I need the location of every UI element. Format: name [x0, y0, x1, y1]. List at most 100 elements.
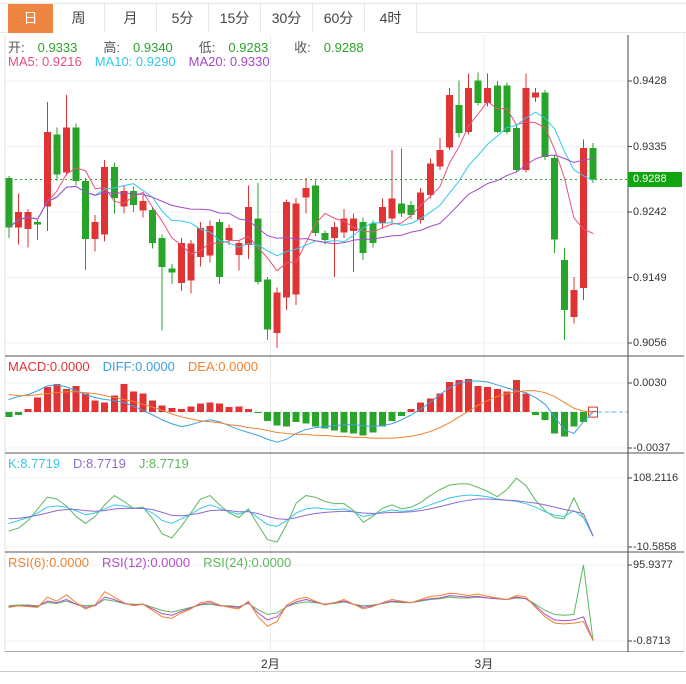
- candle: [436, 150, 444, 167]
- candle: [187, 243, 195, 281]
- tab-5min[interactable]: 5分: [157, 4, 209, 33]
- candle: [53, 134, 61, 175]
- candle: [235, 243, 243, 255]
- timeframe-tabs: 日周月 5分 15分 30分 60分 4时: [8, 4, 417, 33]
- candle: [474, 80, 482, 103]
- tab-4hour[interactable]: 4时: [365, 4, 417, 33]
- candle: [331, 226, 339, 239]
- macd-bar: [15, 412, 23, 416]
- macd-bar: [541, 412, 549, 420]
- main-ytick: 0.9056: [633, 337, 667, 350]
- grid-lines: [5, 35, 628, 652]
- macd-bar: [24, 409, 32, 413]
- candlesticks[interactable]: [5, 72, 597, 348]
- macd-bar: [369, 412, 377, 433]
- macd-panel[interactable]: [5, 379, 629, 443]
- macd-bar: [551, 412, 559, 434]
- macd-bar: [91, 400, 99, 413]
- rsi-ytick: -0.8713: [633, 635, 671, 648]
- candle: [34, 221, 42, 225]
- candle: [139, 200, 147, 211]
- candle: [589, 147, 597, 180]
- candle: [579, 147, 587, 289]
- chart-canvas[interactable]: [0, 0, 686, 684]
- macd-bar: [244, 409, 252, 413]
- candle: [168, 268, 176, 273]
- candle: [570, 290, 578, 317]
- macd-bar: [388, 412, 396, 421]
- macd-ytick: 0.0030: [633, 376, 667, 389]
- macd-bar: [225, 407, 233, 413]
- candle: [369, 223, 377, 244]
- candle: [263, 279, 271, 330]
- candle: [560, 259, 568, 310]
- macd-bar: [206, 402, 214, 413]
- current-price-tag: 0.9288: [628, 172, 682, 188]
- chart-app: 日周月 5分 15分 30分 60分 4时 开: 0.9333 高: 0.9340 低: 0.928…: [0, 0, 686, 684]
- candle: [82, 181, 90, 239]
- candle: [149, 209, 157, 244]
- main-ytick: 0.9335: [633, 140, 667, 153]
- candle: [206, 226, 214, 256]
- xtick-3月: 3月: [474, 657, 494, 671]
- candle: [5, 178, 13, 228]
- macd-bar: [235, 406, 243, 413]
- main-ytick: 0.9149: [633, 271, 667, 284]
- kdj-panel[interactable]: [8, 477, 594, 543]
- candle: [532, 92, 540, 98]
- rsi-panel[interactable]: [8, 564, 594, 641]
- candle: [417, 192, 425, 220]
- candle: [378, 207, 386, 224]
- macd-bar: [273, 412, 281, 426]
- candle: [522, 88, 530, 170]
- candle: [24, 212, 32, 229]
- candle: [91, 221, 99, 239]
- macd-bar: [512, 380, 520, 413]
- macd-bar: [532, 412, 540, 416]
- candle: [398, 203, 406, 214]
- macd-bar: [340, 412, 348, 433]
- candle: [72, 127, 80, 182]
- macd-bar: [196, 403, 204, 413]
- macd-bar: [120, 383, 128, 413]
- kdj-ytick: 108.2116: [633, 472, 679, 484]
- candle: [426, 163, 434, 196]
- macd-bar: [5, 412, 13, 417]
- tab-week[interactable]: 周: [53, 4, 105, 33]
- macd-bar: [43, 386, 51, 413]
- macd-bar: [407, 409, 415, 413]
- macd-bar: [311, 412, 319, 427]
- macd-bar: [522, 393, 530, 413]
- candle: [43, 131, 51, 207]
- main-ytick: 0.9242: [633, 206, 667, 219]
- macd-bar: [455, 380, 463, 413]
- tab-30min[interactable]: 30分: [261, 4, 313, 33]
- candle: [216, 221, 224, 277]
- candle: [484, 88, 492, 103]
- macd-bar: [302, 412, 310, 424]
- tab-15min[interactable]: 15分: [209, 4, 261, 33]
- macd-bar: [560, 412, 568, 437]
- macd-bar: [331, 412, 339, 431]
- macd-bar: [168, 408, 176, 413]
- macd-bar: [350, 412, 358, 434]
- macd-bar: [34, 397, 42, 413]
- candle: [445, 95, 453, 148]
- candle: [512, 128, 520, 170]
- timeframe-tabbar: 日周月 5分 15分 30分 60分 4时: [0, 3, 686, 33]
- candle: [551, 157, 559, 240]
- macd-bar: [101, 402, 109, 413]
- candle: [321, 233, 329, 241]
- candle: [455, 105, 463, 134]
- tab-month[interactable]: 月: [105, 4, 157, 33]
- tab-60min[interactable]: 60分: [313, 4, 365, 33]
- xtick-2月: 2月: [261, 657, 280, 671]
- candle: [388, 198, 396, 219]
- candle: [62, 127, 70, 173]
- x-axis-row: 2月 3月: [0, 652, 686, 672]
- macd-bar: [82, 393, 90, 413]
- macd-bar: [187, 406, 195, 413]
- candle: [541, 92, 549, 158]
- tab-day[interactable]: 日: [8, 4, 53, 33]
- macd-bar: [398, 412, 406, 416]
